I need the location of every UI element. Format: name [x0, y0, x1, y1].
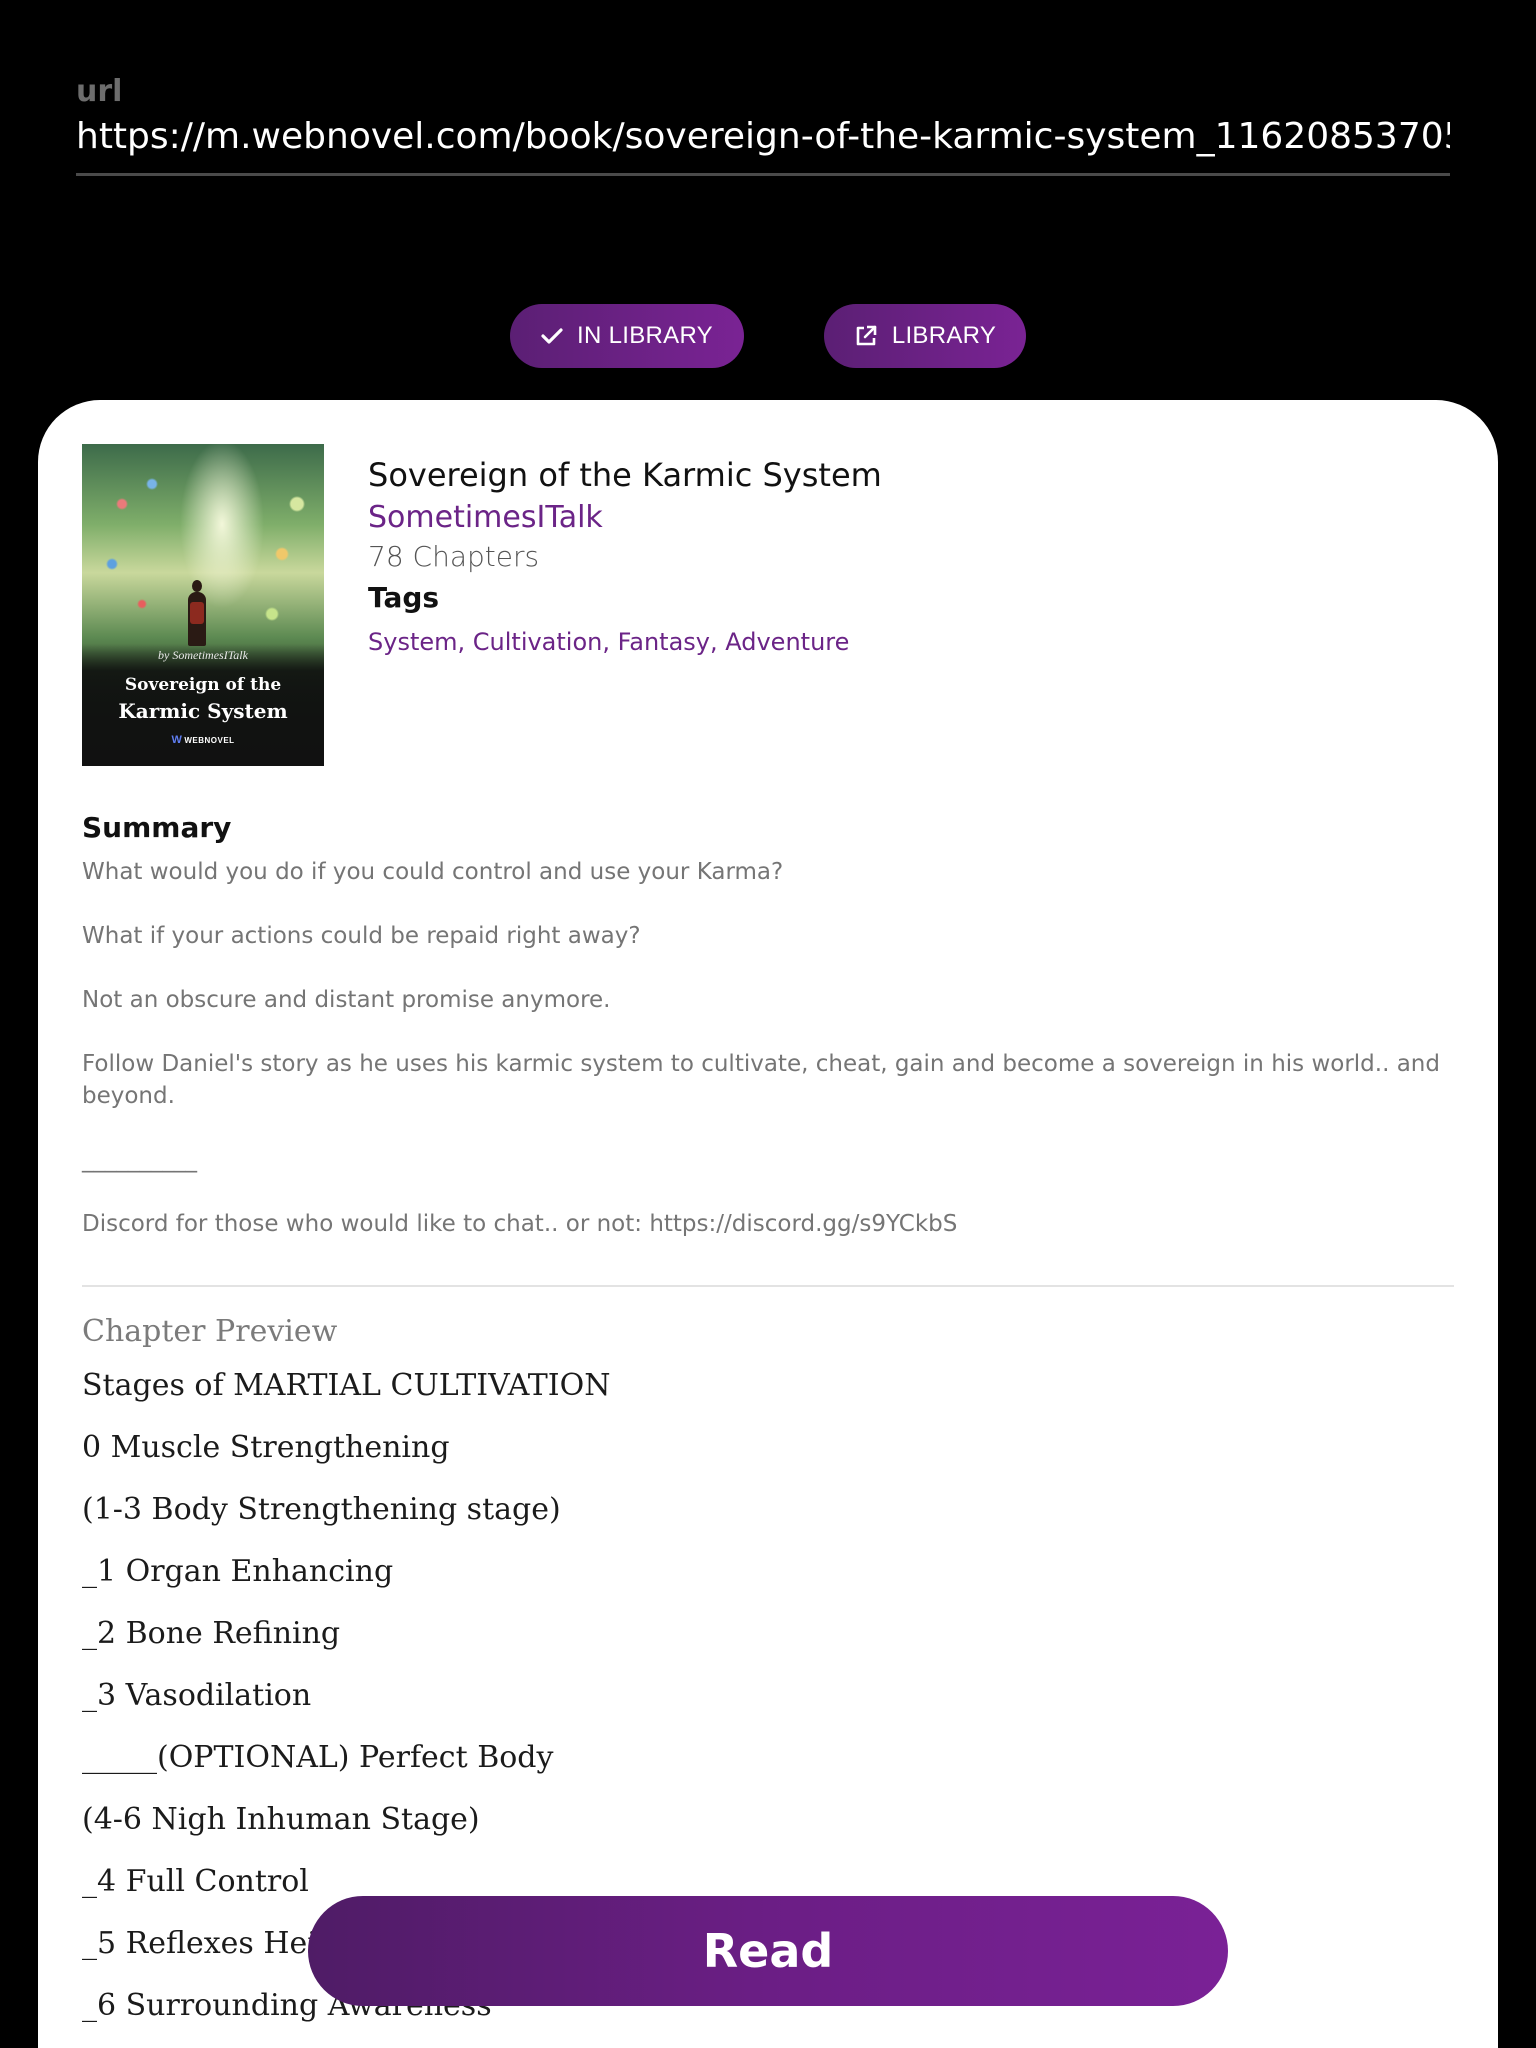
tag-cultivation[interactable]: Cultivation: [473, 628, 603, 656]
app-root: url IN LIBRARY LIBRARY by SometimesITalk…: [0, 0, 1536, 2048]
preview-line: _2 Bone Refining: [82, 1616, 341, 1651]
url-field: url: [76, 72, 1450, 176]
in-library-label: IN LIBRARY: [577, 322, 713, 349]
tag-separator: ,: [457, 628, 473, 656]
library-label: LIBRARY: [891, 322, 997, 349]
tags-list: System, Cultivation, Fantasy, Adventure: [368, 626, 1448, 658]
url-input[interactable]: [76, 112, 1450, 176]
tag-system[interactable]: System: [368, 628, 458, 656]
cover-figure: [188, 580, 206, 646]
summary-section: Summary What would you do if you could c…: [82, 810, 1462, 1240]
chapter-count: 78 Chapters: [368, 540, 540, 573]
tag-adventure[interactable]: Adventure: [725, 628, 849, 656]
summary-separator: __________: [82, 1147, 197, 1173]
in-library-button[interactable]: IN LIBRARY: [510, 304, 744, 368]
preview-line: Stages of MARTIAL CULTIVATION: [82, 1368, 611, 1403]
chapter-preview-heading: Chapter Preview: [82, 1314, 338, 1349]
summary-paragraph: Not an obscure and distant promise anymo…: [82, 987, 611, 1013]
summary-discord-line: Discord for those who would like to chat…: [82, 1211, 958, 1237]
summary-heading: Summary: [82, 811, 232, 844]
cover-title-line1: Sovereign of the: [124, 675, 282, 695]
url-label: url: [76, 74, 123, 109]
preview-line: 0 Muscle Strengthening: [82, 1430, 450, 1465]
section-divider: [82, 1285, 1454, 1287]
summary-paragraph: What would you do if you could control a…: [82, 859, 784, 885]
preview-line: (4-6 Nigh Inhuman Stage): [82, 1802, 480, 1837]
preview-line: _____(OPTIONAL) Perfect Body: [82, 1740, 554, 1775]
tag-fantasy[interactable]: Fantasy: [618, 628, 710, 656]
book-meta: Sovereign of the Karmic System Sometimes…: [368, 454, 1448, 658]
publisher-logo: W WEBNOVEL: [82, 734, 324, 746]
book-cover: by SometimesITalk Sovereign of the Karmi…: [82, 444, 324, 766]
tag-separator: ,: [602, 628, 618, 656]
tag-separator: ,: [709, 628, 726, 656]
open-library-button[interactable]: LIBRARY: [824, 304, 1026, 368]
preview-line: _1 Organ Enhancing: [82, 1554, 394, 1589]
tags-heading: Tags: [368, 581, 440, 614]
cover-title: Sovereign of the Karmic System: [82, 672, 324, 724]
book-detail-card: by SometimesITalk Sovereign of the Karmi…: [38, 400, 1498, 2048]
author-link[interactable]: SometimesITalk: [368, 498, 1448, 538]
summary-paragraph: What if your actions could be repaid rig…: [82, 923, 641, 949]
cover-title-line2: Karmic System: [118, 699, 288, 723]
external-link-icon: [854, 324, 878, 348]
preview-line: (1-3 Body Strengthening stage): [82, 1492, 561, 1527]
preview-line: _3 Vasodilation: [82, 1678, 312, 1713]
check-icon: [541, 327, 563, 345]
cover-byline: by SometimesITalk: [158, 648, 248, 662]
book-title: Sovereign of the Karmic System: [368, 456, 882, 494]
summary-paragraph: Follow Daniel's story as he uses his kar…: [82, 1051, 1440, 1109]
publisher-name: WEBNOVEL: [184, 736, 235, 745]
read-button[interactable]: Read: [308, 1896, 1228, 2006]
webnovel-logo-icon: W: [171, 734, 183, 746]
